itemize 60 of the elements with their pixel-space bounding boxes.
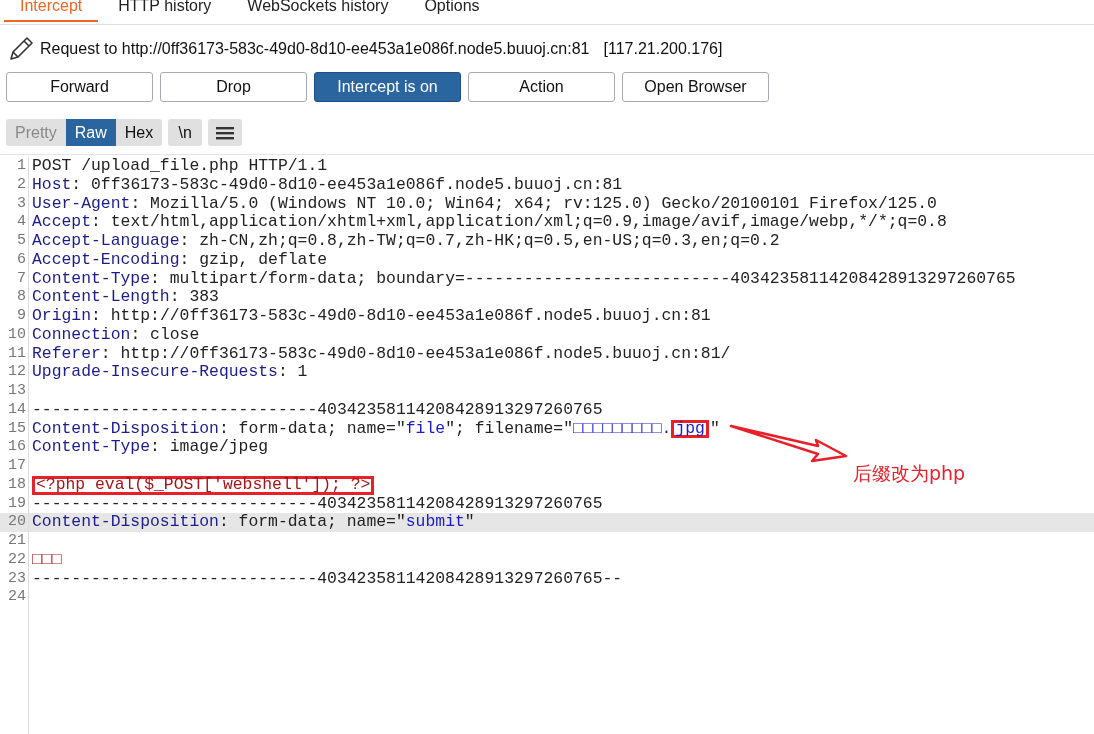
toolbar-button[interactable]: Forward	[6, 72, 153, 102]
tab[interactable]: Options	[408, 0, 496, 22]
line-number: 13	[8, 382, 27, 401]
line-number: 9	[17, 307, 27, 326]
line-number: 22	[8, 550, 27, 570]
request-target: Request to http://0ff36173-583c-49d0-8d10-ee453a1e086f.node5.buuoj.cn:81	[40, 40, 590, 58]
code-line: Content-Type: multipart/form-data; boundary=---------------------------40342358114208428913297260765	[31, 269, 1016, 289]
line-number: 5	[17, 232, 27, 251]
code-line: Upgrade-Insecure-Requests: 1	[31, 363, 308, 382]
code-line: -----------------------------40342358114208428913297260765	[31, 400, 603, 420]
code-line: Referer: http://0ff36173-583c-49d0-8d10-ee453a1e086f.node5.buuoj.cn:81/	[31, 344, 731, 364]
line-number: 15	[8, 419, 27, 439]
line-number: 4	[17, 213, 27, 232]
line-number: 21	[8, 532, 27, 551]
toolbar-button[interactable]: Action	[468, 72, 615, 102]
line-number: 6	[17, 250, 27, 270]
line-number: 14	[8, 400, 27, 420]
toolbar-button[interactable]: Intercept is on	[314, 72, 461, 102]
code-line: Content-Disposition: form-data; name="submit"	[31, 513, 475, 532]
pencil-icon	[8, 36, 34, 62]
line-number: 7	[17, 269, 27, 289]
code-line: □□□	[31, 550, 62, 570]
line-number: 8	[17, 288, 27, 307]
line-number: 10	[8, 325, 27, 345]
code-line: -----------------------------40342358114208428913297260765--	[31, 569, 623, 589]
view-mode-tab[interactable]: Raw	[65, 119, 116, 146]
code-line: Host: 0ff36173-583c-49d0-8d10-ee453a1e086f.node5.buuoj.cn:81	[31, 175, 623, 195]
line-number: 2	[17, 175, 27, 195]
line-number: 3	[17, 194, 27, 214]
tab[interactable]: WebSockets history	[231, 0, 405, 22]
menu-icon	[216, 125, 235, 140]
line-number: 16	[8, 438, 27, 457]
line-number: 12	[8, 363, 27, 382]
code-line: Accept-Encoding: gzip, deflate	[31, 250, 328, 270]
line-number: 11	[8, 344, 27, 364]
code-line: Content-Disposition: form-data; name="file"; filename="□□□□□□□□□. jpg "	[31, 419, 720, 439]
line-number: 24	[8, 588, 27, 607]
code-line: Content-Length: 383	[31, 288, 219, 307]
code-line: Content-Type: image/jpeg	[31, 438, 269, 457]
toolbar-button[interactable]: Open Browser	[622, 72, 769, 102]
menu-button[interactable]	[208, 119, 243, 146]
code-line: -----------------------------40342358114208428913297260765	[31, 494, 603, 514]
annotation-text: 后缀改为php	[853, 461, 966, 486]
view-mode-tab[interactable]: Hex	[115, 119, 163, 146]
line-number: 1	[17, 157, 27, 176]
code-line: Accept: text/html,application/xhtml+xml,application/xml;q=0.9,image/avif,image/webp,*/*;q=0.8	[31, 213, 947, 232]
code-line: Accept-Language: zh-CN,zh;q=0.8,zh-TW;q=0.7,zh-HK;q=0.5,en-US;q=0.3,en;q=0.2	[31, 232, 780, 251]
line-number: 17	[8, 457, 27, 476]
line-number: 20	[8, 513, 27, 532]
line-number: 19	[8, 494, 27, 514]
tab[interactable]: HTTP history	[102, 0, 228, 22]
line-number: 18	[8, 475, 27, 495]
code-line: User-Agent: Mozilla/5.0 (Windows NT 10.0; Win64; x64; rv:125.0) Gecko/20100101 Firefox/125.0	[31, 194, 937, 214]
code-line: POST /upload_file.php HTTP/1.1	[31, 157, 328, 176]
code-line: Origin: http://0ff36173-583c-49d0-8d10-ee453a1e086f.node5.buuoj.cn:81	[31, 307, 711, 326]
toolbar-button[interactable]: Drop	[160, 72, 307, 102]
code-line: Connection: close	[31, 325, 200, 345]
request-ip: [117.21.200.176]	[603, 40, 723, 58]
newline-toggle[interactable]: \n	[168, 119, 203, 146]
line-number: 23	[8, 569, 27, 589]
